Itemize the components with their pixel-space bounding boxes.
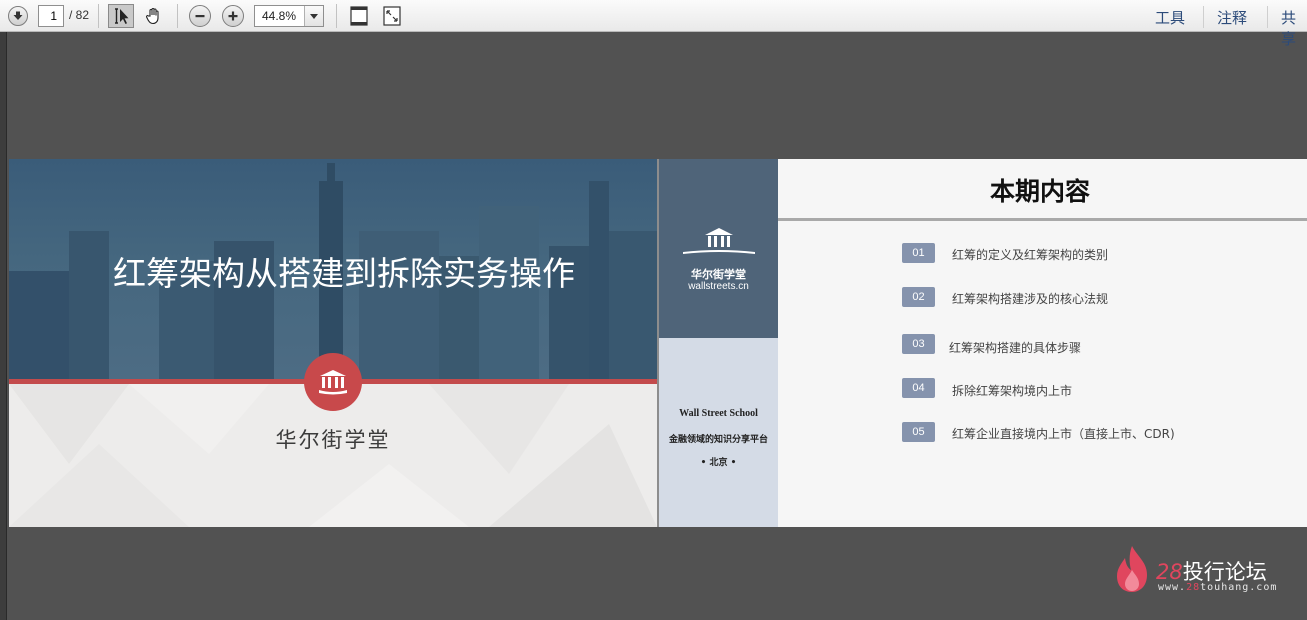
page-total-label: / 82 <box>69 8 90 22</box>
chevron-down-icon <box>310 13 318 19</box>
expand-icon <box>383 6 401 26</box>
zoom-level-value: 44.8% <box>262 9 297 23</box>
menu-separator <box>1267 6 1268 28</box>
text-cursor-icon <box>115 8 129 24</box>
brand-name-cn: 华尔街学堂 <box>691 268 746 281</box>
hero-cityscape: 红筹架构从搭建到拆除实务操作 <box>9 159 657 381</box>
tools-menu[interactable]: 工具 <box>1155 7 1185 28</box>
page-number-input[interactable]: 1 <box>38 5 64 27</box>
zoom-in-button[interactable] <box>222 4 244 28</box>
toolbar-separator <box>98 4 99 28</box>
watermark-url-prefix: www. <box>1158 582 1187 593</box>
menu-separator <box>1203 6 1204 28</box>
hand-icon <box>146 7 159 25</box>
next-page-button[interactable] <box>7 4 29 28</box>
flame-logo-icon <box>1117 546 1147 592</box>
share-menu[interactable]: 共享 <box>1281 7 1307 49</box>
minus-icon <box>189 5 211 27</box>
toc-item-text: 拆除红筹架构境内上市 <box>952 384 1073 398</box>
arrow-down-icon <box>8 6 28 26</box>
institution-icon <box>319 370 347 395</box>
comment-menu[interactable]: 注释 <box>1217 7 1247 28</box>
fit-page-button[interactable] <box>347 4 371 28</box>
school-logo <box>304 353 362 411</box>
toc-item-text: 红筹企业直接境内上市（直接上市、CDR) <box>952 427 1175 441</box>
institution-icon <box>683 228 755 254</box>
plus-icon <box>222 5 244 27</box>
toolbar-separator <box>336 4 337 28</box>
toc-panel: 本期内容 01 红筹的定义及红筹架构的类别 02 红筹架构搭建涉及的核心法规 0… <box>778 159 1307 527</box>
hero-title: 红筹架构从搭建到拆除实务操作 <box>113 254 575 293</box>
toc-title: 本期内容 <box>989 177 1090 206</box>
toc-badge: 04 <box>902 378 935 398</box>
fit-page-icon <box>350 6 368 26</box>
brand-url: wallstreets.cn <box>688 281 749 292</box>
hand-tool-button[interactable] <box>141 4 167 28</box>
watermark-url-highlight: 28 <box>1186 582 1201 593</box>
brand-name-en: Wall Street School <box>679 408 758 419</box>
toc-item-text: 红筹的定义及红筹架构的类别 <box>952 248 1109 262</box>
school-name: 华尔街学堂 <box>275 428 391 452</box>
toc-badge: 03 <box>902 334 935 354</box>
watermark-url-suffix: touhang.com <box>1200 582 1278 593</box>
toolbar-separator <box>177 4 178 28</box>
toc-item-text: 红筹架构搭建涉及的核心法规 <box>952 292 1109 306</box>
zoom-out-button[interactable] <box>189 4 211 28</box>
toc-item-text: 红筹架构搭建的具体步骤 <box>949 341 1082 355</box>
toc-title-rule <box>778 218 1307 221</box>
zoom-level-select[interactable]: 44.8% <box>254 5 324 27</box>
toc-badge: 02 <box>902 287 935 307</box>
toc-badge: 01 <box>902 243 935 263</box>
watermark-url: www.28touhang.com <box>1158 582 1277 593</box>
left-navigation-edge[interactable] <box>0 32 7 620</box>
watermark-brand-number: 28 <box>1156 560 1183 584</box>
full-screen-button[interactable] <box>380 4 404 28</box>
zoom-dropdown-button[interactable] <box>304 6 323 26</box>
toc-badge: 05 <box>902 422 935 442</box>
brand-city: • 北京 • <box>700 458 737 468</box>
pdf-toolbar: 1 / 82 44.8% 工具 注释 共享 <box>0 0 1307 48</box>
pdf-page: 红筹架构从搭建到拆除实务操作 华尔街学堂 华尔街学堂 wallstreets.c… <box>9 159 1307 527</box>
select-tool-button[interactable] <box>108 4 134 28</box>
watermark-brand-text: 投行论坛 <box>1182 560 1267 584</box>
brand-slogan: 金融领域的知识分享平台 <box>668 435 768 445</box>
